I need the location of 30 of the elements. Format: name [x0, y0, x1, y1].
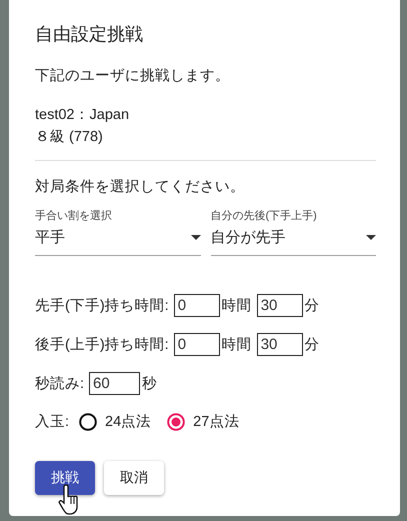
minutes-field[interactable]: 30 [256, 333, 303, 356]
caret-icon [190, 234, 200, 240]
prompt-text: 対局条件を選択してください。 [35, 178, 246, 196]
unit-label: 秒 [142, 375, 158, 393]
field-label: 入玉: [35, 413, 70, 431]
select-label: 手合い割を選択 [35, 208, 113, 223]
hours-field[interactable]: 0 [174, 294, 220, 317]
field-label: 秒読み: [35, 375, 84, 393]
cancel-button[interactable]: 取消 [104, 461, 164, 495]
radio-button[interactable] [167, 412, 186, 430]
dropdown[interactable]: 平手 [35, 226, 200, 256]
select-label: 自分の先後(下手上手) [210, 209, 318, 223]
opponent-name: test02：Japan [35, 106, 130, 124]
hours-field[interactable]: 0 [174, 333, 220, 356]
intro-text: 下記のユーザに挑戦します。 [35, 67, 231, 85]
caret-icon [366, 234, 376, 240]
unit-label: 時間 [222, 336, 252, 354]
opponent-rank: ８級 (778) [35, 128, 104, 146]
radio-button[interactable] [79, 412, 98, 430]
dropdown[interactable]: 自分が先手 [210, 226, 376, 256]
byoyomi-field[interactable]: 60 [89, 372, 140, 395]
minutes-field[interactable]: 30 [256, 294, 303, 317]
field-label: 先手(下手)持ち時間: [35, 296, 169, 315]
dialog-title: 自由設定挑戦 [35, 23, 144, 46]
unit-label: 分 [304, 336, 320, 354]
unit-label: 分 [304, 297, 320, 315]
unit-label: 時間 [222, 297, 252, 315]
field-label: 後手(上手)持ち時間: [35, 336, 169, 354]
radio-option[interactable]: 27点法 [167, 412, 240, 431]
radio-option[interactable]: 24点法 [79, 412, 152, 431]
